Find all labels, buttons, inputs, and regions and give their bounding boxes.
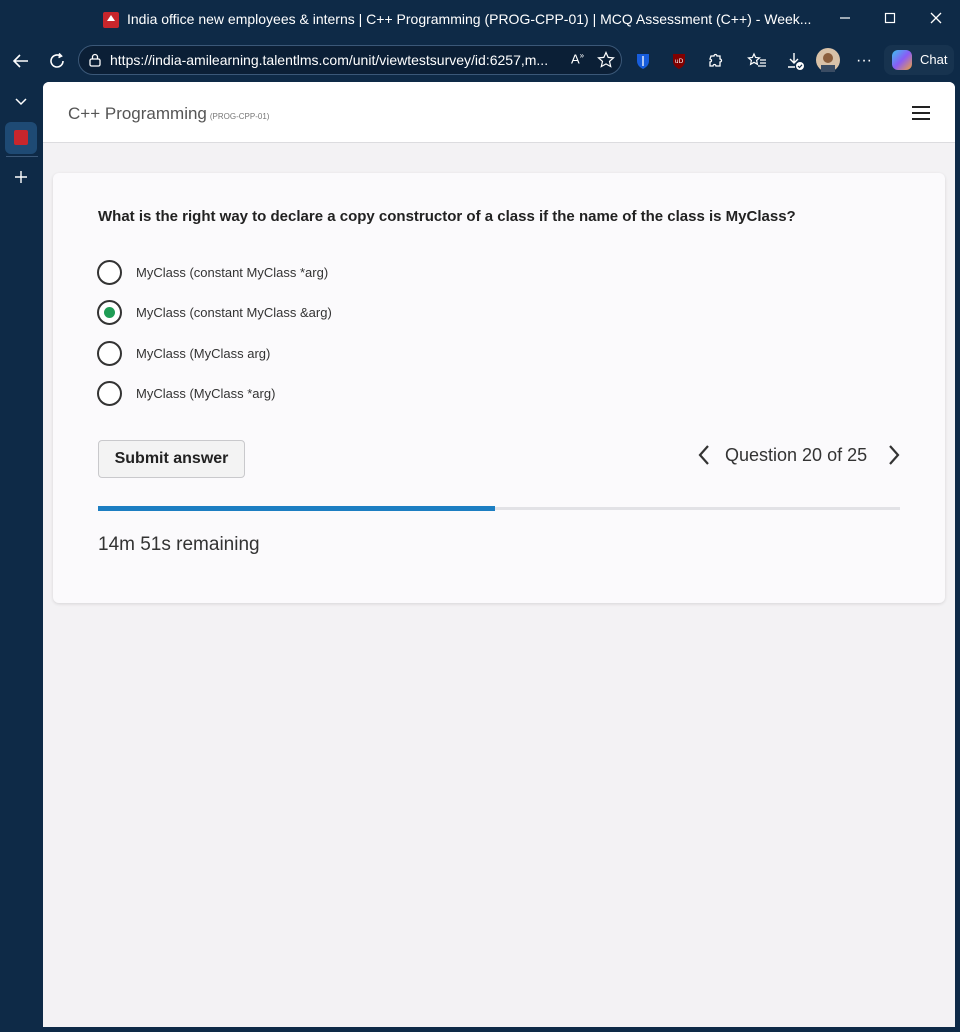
maximize-icon[interactable] bbox=[875, 8, 905, 32]
hamburger-menu-icon[interactable] bbox=[912, 106, 930, 120]
copilot-chat-button[interactable]: Chat bbox=[884, 45, 954, 75]
refresh-icon[interactable] bbox=[44, 48, 70, 74]
divider bbox=[6, 156, 38, 157]
ublock-icon[interactable]: uD bbox=[666, 48, 692, 74]
profile-avatar[interactable] bbox=[815, 47, 841, 73]
lock-icon[interactable] bbox=[88, 53, 102, 72]
radio-button[interactable] bbox=[97, 381, 122, 406]
bitwarden-icon[interactable] bbox=[630, 48, 656, 74]
downloads-icon[interactable] bbox=[782, 48, 808, 74]
progress-bar bbox=[98, 506, 900, 511]
svg-text:uD: uD bbox=[675, 58, 684, 65]
question-counter: Question 20 of 25 bbox=[725, 445, 868, 465]
option-label[interactable]: MyClass (MyClass *arg) bbox=[136, 386, 275, 401]
page-title: C++ Programming (PROG-CPP-01) bbox=[68, 104, 269, 124]
question-text: What is the right way to declare a copy … bbox=[98, 208, 796, 225]
progress-bar-fill bbox=[98, 506, 495, 511]
course-code: (PROG-CPP-01) bbox=[209, 112, 270, 121]
radio-button[interactable] bbox=[97, 341, 122, 366]
extensions-icon[interactable] bbox=[702, 48, 728, 74]
active-tab[interactable] bbox=[5, 122, 37, 154]
app-logo-icon bbox=[14, 130, 28, 145]
answer-option[interactable]: MyClass (constant MyClass &arg) bbox=[97, 300, 497, 326]
course-title: C++ Programming bbox=[68, 104, 207, 123]
radio-button-selected[interactable] bbox=[97, 300, 122, 325]
option-label[interactable]: MyClass (constant MyClass *arg) bbox=[136, 265, 328, 280]
favorite-star-icon[interactable] bbox=[597, 51, 615, 74]
answer-option[interactable]: MyClass (constant MyClass *arg) bbox=[97, 260, 497, 286]
back-arrow-icon[interactable] bbox=[8, 48, 34, 74]
question-navigation: Question 20 of 25 bbox=[693, 440, 905, 470]
page-viewport: C++ Programming (PROG-CPP-01) What is the… bbox=[43, 82, 955, 1027]
option-label[interactable]: MyClass (constant MyClass &arg) bbox=[136, 305, 332, 320]
answer-option[interactable]: MyClass (MyClass arg) bbox=[97, 341, 497, 367]
copilot-icon bbox=[892, 50, 912, 70]
url-text[interactable]: https://india-amilearning.talentlms.com/… bbox=[110, 52, 556, 68]
address-bar[interactable]: https://india-amilearning.talentlms.com/… bbox=[78, 45, 622, 75]
window-titlebar: India office new employees & interns | C… bbox=[0, 0, 960, 40]
window-title: India office new employees & interns | C… bbox=[127, 11, 812, 27]
app-logo-icon bbox=[103, 12, 119, 28]
close-icon[interactable] bbox=[921, 8, 951, 32]
submit-answer-button[interactable]: Submit answer bbox=[98, 440, 245, 478]
more-icon[interactable]: ··· bbox=[851, 48, 877, 74]
minimize-icon[interactable] bbox=[830, 8, 860, 32]
vertical-tabs-sidebar bbox=[0, 82, 43, 1032]
next-question-chevron-icon[interactable] bbox=[883, 440, 905, 470]
radio-button[interactable] bbox=[97, 260, 122, 285]
favorites-icon[interactable] bbox=[744, 48, 770, 74]
previous-question-chevron-icon[interactable] bbox=[693, 440, 715, 470]
time-remaining: 14m 51s remaining bbox=[98, 534, 260, 555]
option-label[interactable]: MyClass (MyClass arg) bbox=[136, 346, 270, 361]
new-tab-plus-icon[interactable] bbox=[10, 166, 32, 188]
course-header: C++ Programming (PROG-CPP-01) bbox=[43, 82, 955, 143]
question-card: What is the right way to declare a copy … bbox=[53, 173, 945, 603]
chevron-down-icon[interactable] bbox=[10, 90, 32, 112]
read-aloud-icon[interactable]: A» bbox=[571, 51, 584, 66]
answer-option[interactable]: MyClass (MyClass *arg) bbox=[97, 381, 497, 407]
